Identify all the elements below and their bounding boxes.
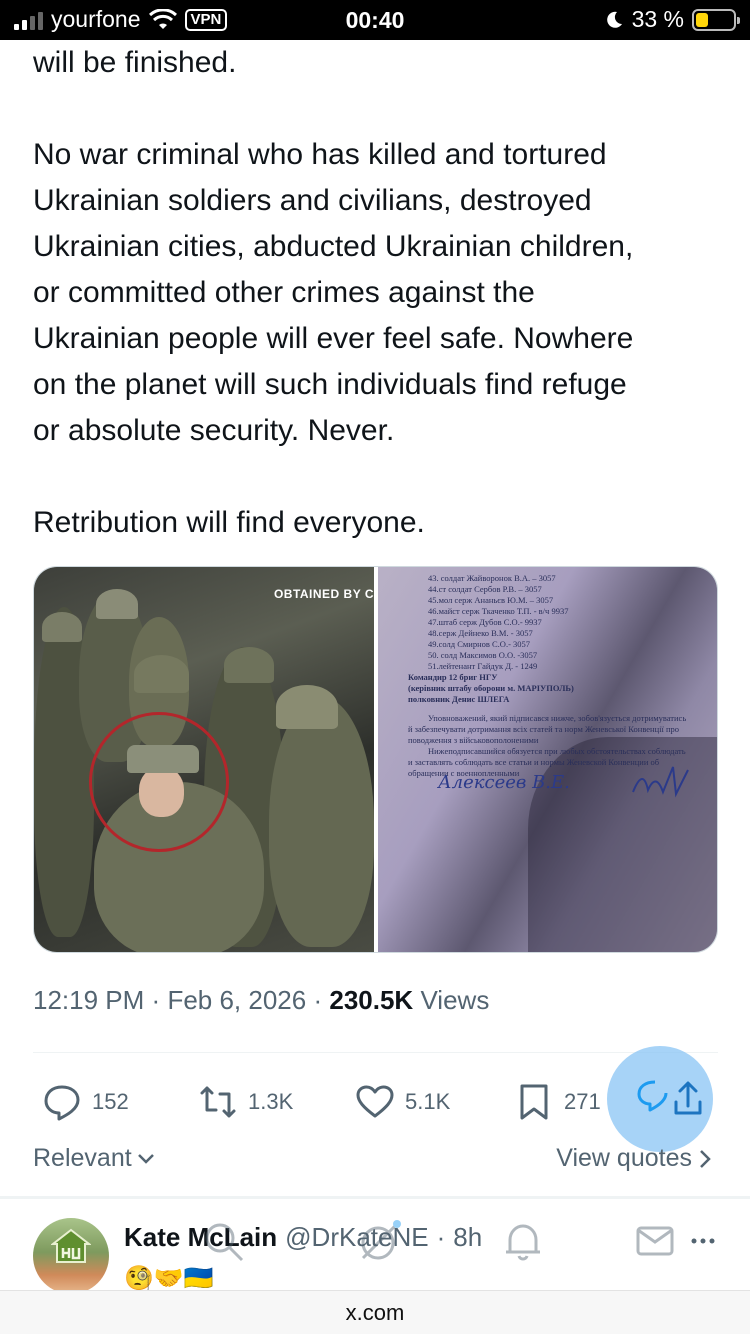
reply-count: 152 bbox=[92, 1089, 129, 1114]
highlight-circle bbox=[89, 712, 229, 852]
sort-relevant-dropdown[interactable]: Relevant bbox=[33, 1144, 156, 1173]
browser-url-bar[interactable]: x.com bbox=[0, 1290, 750, 1334]
grok-icon[interactable] bbox=[355, 1218, 401, 1264]
battery-percent: 33 % bbox=[631, 6, 684, 32]
avatar[interactable] bbox=[33, 1218, 109, 1294]
tweet-paragraph: will be finished. bbox=[33, 46, 237, 79]
status-bar: yourfone VPN 00:40 33 % bbox=[0, 0, 750, 40]
signature-scribble bbox=[632, 766, 689, 798]
media-photo-document[interactable]: 43. солдат Жайворонок В.А. – 3057 44.ст … bbox=[378, 567, 717, 952]
view-quotes-label: View quotes bbox=[556, 1144, 692, 1172]
like-count: 5.1K bbox=[405, 1089, 451, 1114]
status-right: 33 % bbox=[604, 6, 740, 33]
battery-icon bbox=[692, 8, 740, 31]
moon-icon bbox=[606, 11, 622, 28]
tweet-meta: 12:19 PM · Feb 6, 2026 · 230.5K Views bbox=[33, 985, 490, 1015]
bookmark-button[interactable]: 271 bbox=[514, 1082, 601, 1122]
more-options-icon[interactable] bbox=[690, 1236, 716, 1246]
reply-age: 8h bbox=[453, 1222, 483, 1252]
avatar-logo-icon bbox=[51, 1228, 91, 1263]
notifications-icon[interactable] bbox=[500, 1218, 546, 1264]
bookmark-count: 271 bbox=[564, 1089, 601, 1114]
messages-icon[interactable] bbox=[632, 1218, 678, 1264]
chevron-down-icon bbox=[137, 1153, 154, 1164]
bookmark-icon bbox=[520, 1084, 548, 1120]
chevron-right-icon bbox=[700, 1149, 711, 1168]
views-label: Views bbox=[420, 985, 490, 1015]
tweet-paragraph: Retribution will find everyone. bbox=[33, 506, 425, 539]
search-icon[interactable] bbox=[200, 1218, 246, 1264]
divider bbox=[33, 1052, 718, 1053]
views-count: 230.5K bbox=[329, 985, 414, 1015]
tweet-date[interactable]: Feb 6, 2026 bbox=[167, 985, 306, 1015]
like-button[interactable]: 5.1K bbox=[355, 1082, 450, 1122]
relevant-label: Relevant bbox=[33, 1144, 132, 1172]
repost-button[interactable]: 1.3K bbox=[198, 1082, 293, 1122]
reply-button[interactable]: 152 bbox=[42, 1082, 129, 1122]
view-quotes-link[interactable]: View quotes bbox=[556, 1144, 712, 1173]
tweet-paragraph: No war criminal who has killed and tortu… bbox=[33, 138, 634, 447]
tweet-time[interactable]: 12:19 PM bbox=[33, 985, 144, 1015]
media-watermark: Obtained by C bbox=[273, 587, 374, 601]
tweet-media[interactable]: Obtained by C 43. солдат Жайворонок В.А.… bbox=[33, 566, 718, 953]
repost-icon bbox=[200, 1086, 236, 1118]
reply-author[interactable]: Kate McLain @DrKateNE · 8h bbox=[124, 1222, 482, 1253]
reply-emojis: 🧐🤝🇺🇦 bbox=[124, 1265, 214, 1290]
tweet-text: will be finished. No war criminal who ha… bbox=[33, 40, 723, 546]
document-text: 43. солдат Жайворонок В.А. – 3057 44.ст … bbox=[408, 573, 687, 778]
media-photo-soldiers[interactable]: Obtained by C bbox=[34, 567, 374, 952]
section-divider bbox=[0, 1196, 750, 1199]
reply-icon bbox=[44, 1085, 80, 1121]
heart-icon bbox=[356, 1085, 394, 1118]
url-text: x.com bbox=[345, 1300, 405, 1325]
repost-count: 1.3K bbox=[248, 1089, 294, 1114]
handwritten-signature: Алексеев В.Е. bbox=[438, 772, 570, 793]
share-icon bbox=[637, 1080, 702, 1115]
